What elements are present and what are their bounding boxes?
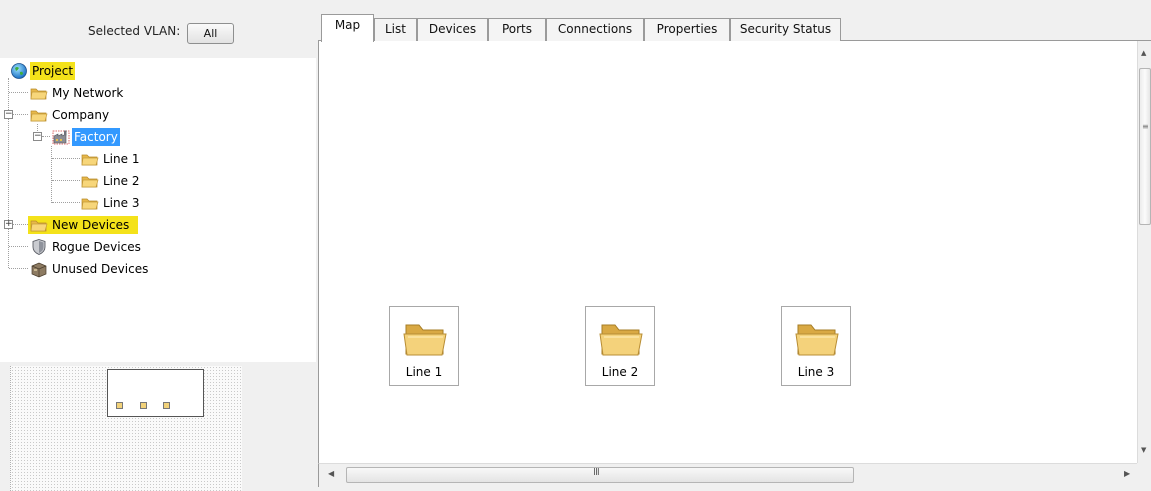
tree-line [9,268,28,269]
map-canvas[interactable]: Line 1 Line 2 Line 3 [318,41,1137,463]
map-overview-panel [0,362,316,491]
tree-item-unused-devices[interactable]: Unused Devices [30,259,180,279]
tree-item-company[interactable]: Company [30,105,180,125]
tree-item-project[interactable]: Project [10,61,160,81]
collapse-toggle[interactable]: − [33,132,42,141]
map-node-line-3[interactable]: Line 3 [781,306,851,386]
tree-item-rogue-devices[interactable]: Rogue Devices [30,237,180,257]
collapse-toggle[interactable]: − [4,110,13,119]
scroll-down-arrow-icon[interactable]: ▼ [1141,446,1146,454]
tab-strip: Map List Devices Ports Connections Prope… [318,0,1151,42]
factory-icon [52,128,70,146]
tree-item-line-3[interactable]: Line 3 [81,193,201,213]
status-gap [318,487,1151,491]
app-window: Selected VLAN: All Project My Network − … [0,0,1151,491]
folder-icon [81,172,99,190]
folder-icon [30,106,48,124]
folder-icon [81,150,99,168]
tab-properties[interactable]: Properties [644,18,730,41]
tree-label: Company [52,108,110,122]
tree-label: My Network [52,86,124,100]
tree-item-my-network[interactable]: My Network [30,83,180,103]
tree-line [52,202,80,203]
tree-item-line-1[interactable]: Line 1 [81,149,201,169]
tree-line [13,114,28,115]
tree-line [13,224,28,225]
project-tree: Project My Network − Company − Factory L… [0,58,316,362]
mini-folder-icon [116,402,123,409]
folder-icon [30,84,48,102]
horizontal-scrollbar[interactable]: ◀ III ▶ [318,463,1137,487]
tree-line [52,158,80,159]
globe-icon [10,62,28,80]
mini-folder-icon [163,402,170,409]
scroll-left-arrow-icon[interactable]: ◀ [328,469,334,478]
tab-ports[interactable]: Ports [488,18,546,41]
tree-line [9,92,28,93]
tree-label: Rogue Devices [52,240,141,254]
overview-viewport-rect[interactable] [107,369,204,417]
expand-toggle[interactable]: + [4,220,13,229]
tree-line [9,246,28,247]
tab-connections[interactable]: Connections [546,18,644,41]
map-node-label: Line 2 [601,365,639,379]
shield-icon [30,238,48,256]
folder-icon [81,194,99,212]
scroll-grip-icon: ≡ [1142,122,1149,131]
tab-map[interactable]: Map [321,14,374,42]
folder-icon [403,324,447,356]
tree-line [52,180,80,181]
tab-devices[interactable]: Devices [417,18,488,41]
horizontal-scroll-thumb[interactable]: III [346,467,854,483]
navigation-pane: Selected VLAN: All Project My Network − … [0,0,316,491]
tree-item-factory[interactable]: Factory [52,127,202,147]
vertical-scrollbar[interactable]: ▲ ≡ ▼ [1137,41,1151,463]
tree-line [51,146,52,203]
tree-line [8,78,9,268]
tree-label: Unused Devices [52,262,149,276]
map-node-label: Line 1 [405,365,443,379]
scroll-right-arrow-icon[interactable]: ▶ [1124,469,1130,478]
tree-label: New Devices [52,218,130,232]
tree-line [42,136,50,137]
map-node-label: Line 3 [797,365,835,379]
tree-label: Line 3 [103,196,140,210]
device-box-icon [30,260,48,278]
folder-icon [795,324,839,356]
scroll-up-arrow-icon[interactable]: ▲ [1141,49,1146,57]
tree-item-line-2[interactable]: Line 2 [81,171,201,191]
vertical-scroll-thumb[interactable]: ≡ [1139,68,1151,225]
tree-label: Line 1 [103,152,140,166]
tree-label: Factory [72,128,120,146]
vlan-bar: Selected VLAN: All [0,0,316,58]
tree-label: Line 2 [103,174,140,188]
vlan-label: Selected VLAN: [88,24,181,38]
folder-icon [30,216,48,234]
mini-folder-icon [140,402,147,409]
tree-label: Project [30,62,76,80]
tree-item-new-devices[interactable]: New Devices [28,215,180,235]
tab-security-status[interactable]: Security Status [730,18,841,41]
map-node-line-1[interactable]: Line 1 [389,306,459,386]
tab-list[interactable]: List [374,18,417,41]
content-pane: Map List Devices Ports Connections Prope… [318,0,1151,491]
folder-icon [599,324,643,356]
overview-canvas[interactable] [10,366,242,491]
vlan-select-button[interactable]: All [187,23,234,44]
scroll-grip-icon: III [593,467,600,478]
map-node-line-2[interactable]: Line 2 [585,306,655,386]
